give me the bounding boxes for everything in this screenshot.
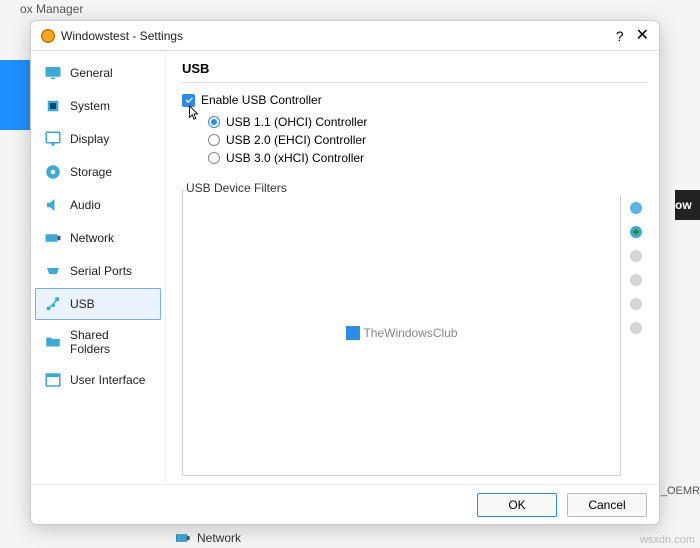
sidebar-item-label: Serial Ports <box>70 264 132 278</box>
radio-label: USB 1.1 (OHCI) Controller <box>226 115 367 129</box>
cancel-button[interactable]: Cancel <box>567 493 647 517</box>
sidebar-item-label: Audio <box>70 198 101 212</box>
sidebar-item-serial-ports[interactable]: Serial Ports <box>35 255 161 287</box>
serial-port-icon <box>44 262 62 280</box>
sidebar: General System Display Storage Audio Net… <box>31 51 166 484</box>
dialog-footer: OK Cancel <box>31 484 659 524</box>
interface-icon <box>44 371 62 389</box>
usb-icon <box>44 295 62 313</box>
audio-icon <box>44 196 62 214</box>
sidebar-item-display[interactable]: Display <box>35 123 161 155</box>
enable-usb-checkbox[interactable]: Enable USB Controller <box>182 93 647 107</box>
sidebar-item-label: Network <box>70 231 114 245</box>
folder-icon <box>44 333 62 351</box>
sidebar-item-usb[interactable]: USB <box>35 288 161 320</box>
sidebar-item-label: Shared Folders <box>70 328 152 356</box>
checkbox-label: Enable USB Controller <box>201 93 322 107</box>
background-highlight <box>0 60 30 130</box>
section-title: USB <box>182 61 647 83</box>
background-preview-fragment: ow <box>675 190 700 220</box>
watermark-text: TheWindowsClub <box>345 326 457 340</box>
sidebar-item-storage[interactable]: Storage <box>35 156 161 188</box>
sidebar-item-user-interface[interactable]: User Interface <box>35 364 161 396</box>
page-watermark: wsxdn.com <box>640 534 695 546</box>
sidebar-item-general[interactable]: General <box>35 57 161 89</box>
move-filter-down-button <box>627 319 645 337</box>
close-button[interactable]: ✕ <box>636 28 649 44</box>
radio-unselected-icon <box>208 134 220 146</box>
sidebar-item-network[interactable]: Network <box>35 222 161 254</box>
add-filter-from-device-button[interactable] <box>627 223 645 241</box>
display-icon <box>44 130 62 148</box>
sidebar-item-label: USB <box>70 297 95 311</box>
radio-selected-icon <box>208 116 220 128</box>
background-text-fragment: _OEMR <box>661 485 700 497</box>
filters-label: USB Device Filters <box>184 181 647 195</box>
background-network-row: Network <box>175 530 241 546</box>
settings-dialog: Windowstest - Settings ? ✕ General Syste… <box>30 20 660 525</box>
radio-usb-3-0[interactable]: USB 3.0 (xHCI) Controller <box>208 151 647 165</box>
radio-usb-1-1[interactable]: USB 1.1 (OHCI) Controller <box>208 115 647 129</box>
monitor-icon <box>44 64 62 82</box>
chip-icon <box>44 97 62 115</box>
add-empty-filter-button[interactable] <box>627 199 645 217</box>
sidebar-item-audio[interactable]: Audio <box>35 189 161 221</box>
sidebar-item-shared-folders[interactable]: Shared Folders <box>35 321 161 363</box>
nic-icon <box>175 530 191 546</box>
sidebar-item-system[interactable]: System <box>35 90 161 122</box>
usb-filter-list[interactable]: TheWindowsClub <box>182 189 621 476</box>
content-pane: USB Enable USB Controller USB 1.1 (OHCI)… <box>166 51 659 484</box>
radio-label: USB 2.0 (EHCI) Controller <box>226 133 366 147</box>
radio-usb-2-0[interactable]: USB 2.0 (EHCI) Controller <box>208 133 647 147</box>
sidebar-item-label: System <box>70 99 110 113</box>
sidebar-item-label: User Interface <box>70 373 145 387</box>
sidebar-item-label: General <box>70 66 113 80</box>
sidebar-item-label: Storage <box>70 165 112 179</box>
help-button[interactable]: ? <box>616 28 624 44</box>
title-bar: Windowstest - Settings ? ✕ <box>31 21 659 51</box>
remove-filter-button <box>627 271 645 289</box>
window-title: Windowstest - Settings <box>61 29 616 43</box>
checkbox-checked-icon <box>182 94 195 107</box>
move-filter-up-button <box>627 295 645 313</box>
nic-icon <box>44 229 62 247</box>
sidebar-item-label: Display <box>70 132 109 146</box>
radio-unselected-icon <box>208 152 220 164</box>
edit-filter-button <box>627 247 645 265</box>
app-icon <box>41 29 55 43</box>
radio-label: USB 3.0 (xHCI) Controller <box>226 151 364 165</box>
parent-window-title: ox Manager <box>20 2 83 16</box>
ok-button[interactable]: OK <box>477 493 557 517</box>
storage-icon <box>44 163 62 181</box>
